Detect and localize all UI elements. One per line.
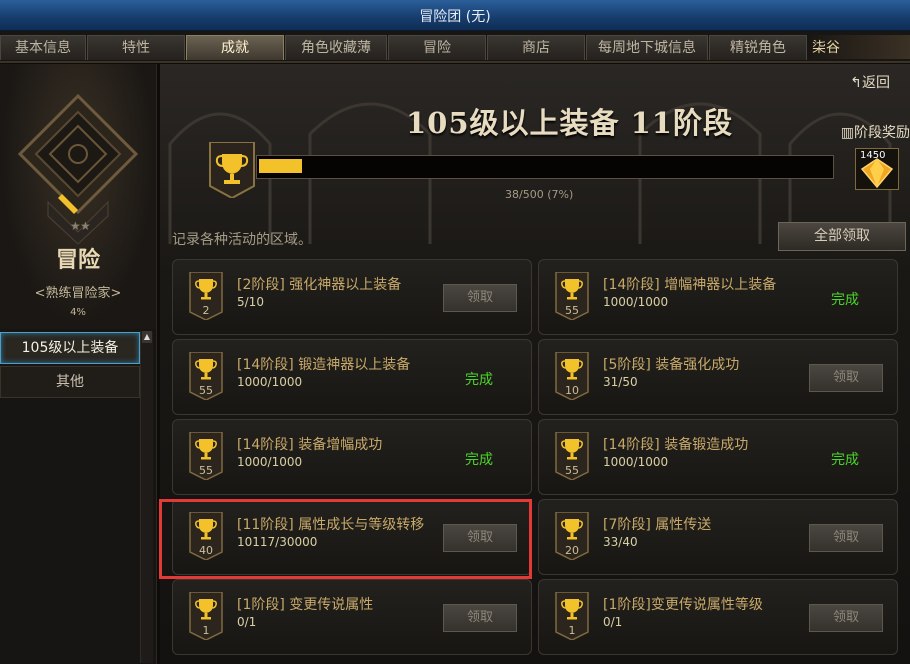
section-description: 记录各种活动的区域。 <box>172 232 312 248</box>
tab-character-collection[interactable]: 角色收藏薄 <box>285 35 387 60</box>
achievement-progress: 5/10 <box>237 295 264 309</box>
achievement-level: 55 <box>565 464 579 477</box>
achievement-level: 20 <box>565 544 579 557</box>
sidebar: ★ ★ 冒险 <熟练冒险家> 4% 105级以上装备 其他 ▲ <box>0 64 157 664</box>
trophy-icon: 1 <box>189 592 223 640</box>
tab-bar: 基本信息 特性 成就 角色收藏薄 冒险 商店 每周地下城信息 精锐角色 柒谷 <box>0 31 910 63</box>
stage-progress-text: 38/500 (7%) <box>505 188 574 201</box>
achievement-title: [1阶段]变更传说属性等级 <box>603 597 763 613</box>
tab-shop[interactable]: 商店 <box>487 35 585 60</box>
claim-button[interactable]: 领取 <box>809 604 883 632</box>
highlight-box <box>159 499 532 579</box>
claim-button[interactable]: 领取 <box>443 604 517 632</box>
adventure-rank: <熟练冒险家> <box>34 286 122 301</box>
tab-bar-extra: 柒谷 <box>810 35 910 59</box>
adventure-name: 冒险 <box>55 248 100 273</box>
tab-traits[interactable]: 特性 <box>87 35 185 60</box>
claim-button[interactable]: 领取 <box>809 364 883 392</box>
achievement-card: 10 [5阶段] 装备强化成功 31/50 领取 <box>538 339 898 415</box>
achievement-progress: 33/40 <box>603 535 638 549</box>
achievement-progress: 31/50 <box>603 375 638 389</box>
trophy-icon: 10 <box>555 352 589 400</box>
achievement-card: 1 [1阶段]变更传说属性等级 0/1 领取 <box>538 579 898 655</box>
achievement-title: [14阶段] 装备增幅成功 <box>237 437 383 453</box>
achievement-level: 55 <box>565 304 579 317</box>
sidebar-scrollbar[interactable]: ▲ <box>140 331 153 663</box>
achievement-progress: 1000/1000 <box>603 455 669 469</box>
achievement-title: [2阶段] 强化神器以上装备 <box>237 277 402 293</box>
trophy-icon: 2 <box>189 272 223 320</box>
achievement-title: [1阶段] 变更传说属性 <box>237 597 374 613</box>
achievement-title: [5阶段] 装备强化成功 <box>603 357 740 373</box>
achievement-level: 2 <box>203 304 210 317</box>
achievement-level: 55 <box>199 384 213 397</box>
achievement-level: 55 <box>199 464 213 477</box>
stage-progress-fill <box>259 159 302 173</box>
claim-all-button[interactable]: 全部领取 <box>778 222 906 251</box>
tab-achievements[interactable]: 成就 <box>186 35 284 60</box>
reward-gem-icon[interactable]: 1450 <box>855 148 899 190</box>
achievement-card: 55 [14阶段] 装备锻造成功 1000/1000 完成 <box>538 419 898 495</box>
stage-progress-bar <box>256 155 834 179</box>
window-title: 冒险团 (无) <box>419 9 491 25</box>
achievement-title: [14阶段] 装备锻造成功 <box>603 437 749 453</box>
trophy-icon: 55 <box>189 352 223 400</box>
sidebar-item-other[interactable]: 其他 <box>0 366 140 398</box>
achievement-title: [7阶段] 属性传送 <box>603 517 712 533</box>
stage-heading: 105级以上装备 11阶段 <box>406 106 733 140</box>
achievement-level: 10 <box>565 384 579 397</box>
achievement-card: 55 [14阶段] 锻造神器以上装备 1000/1000 完成 <box>172 339 532 415</box>
achievement-progress: 1000/1000 <box>603 295 669 309</box>
gift-icon: ▥ <box>840 125 854 141</box>
claim-button[interactable]: 领取 <box>443 284 517 312</box>
achievement-progress: 0/1 <box>603 615 623 629</box>
stage-trophy-icon <box>209 142 255 198</box>
achievement-complete-label: 完成 <box>465 372 493 388</box>
claim-button[interactable]: 领取 <box>809 524 883 552</box>
achievement-card: 55 [14阶段] 增幅神器以上装备 1000/1000 完成 <box>538 259 898 335</box>
tab-elite-characters[interactable]: 精锐角色 <box>709 35 807 60</box>
tab-weekly-dungeon[interactable]: 每周地下城信息 <box>586 35 708 60</box>
achievement-progress: 0/1 <box>237 615 257 629</box>
trophy-icon: 55 <box>189 432 223 480</box>
svg-text:★: ★ <box>80 219 91 233</box>
achievement-progress: 1000/1000 <box>237 375 303 389</box>
trophy-icon: 55 <box>555 432 589 480</box>
trophy-icon: 55 <box>555 272 589 320</box>
achievement-card: 20 [7阶段] 属性传送 33/40 领取 <box>538 499 898 575</box>
achievement-list: 2 [2阶段] 强化神器以上装备 5/10 领取 55 [14阶段] 增幅神器以上装备 10… <box>172 259 900 664</box>
trophy-icon: 20 <box>555 512 589 560</box>
achievement-card: 55 [14阶段] 装备增幅成功 1000/1000 完成 <box>172 419 532 495</box>
sidebar-item-105-equipment[interactable]: 105级以上装备 <box>0 332 140 364</box>
window-titlebar: 冒险团 (无) <box>0 0 910 31</box>
stage-reward-label[interactable]: ▥阶段奖励 <box>841 122 910 142</box>
achievement-card: 2 [2阶段] 强化神器以上装备 5/10 领取 <box>172 259 532 335</box>
adventure-percent: 4% <box>70 307 86 318</box>
return-button[interactable]: ↰返回 <box>850 72 890 92</box>
achievement-title: [14阶段] 增幅神器以上装备 <box>603 277 777 293</box>
background-arches <box>168 102 892 244</box>
reward-count: 1450 <box>860 150 886 161</box>
achievement-complete-label: 完成 <box>465 452 493 468</box>
scroll-up-icon[interactable]: ▲ <box>142 331 152 343</box>
achievement-complete-label: 完成 <box>831 452 859 468</box>
tab-basic-info[interactable]: 基本信息 <box>0 35 86 60</box>
achievement-level: 1 <box>569 624 576 637</box>
trophy-icon: 1 <box>555 592 589 640</box>
achievement-card: 1 [1阶段] 变更传说属性 0/1 领取 <box>172 579 532 655</box>
achievement-progress: 1000/1000 <box>237 455 303 469</box>
achievement-title: [14阶段] 锻造神器以上装备 <box>237 357 411 373</box>
achievement-complete-label: 完成 <box>831 292 859 308</box>
achievement-level: 1 <box>203 624 210 637</box>
tab-adventure[interactable]: 冒险 <box>388 35 486 60</box>
